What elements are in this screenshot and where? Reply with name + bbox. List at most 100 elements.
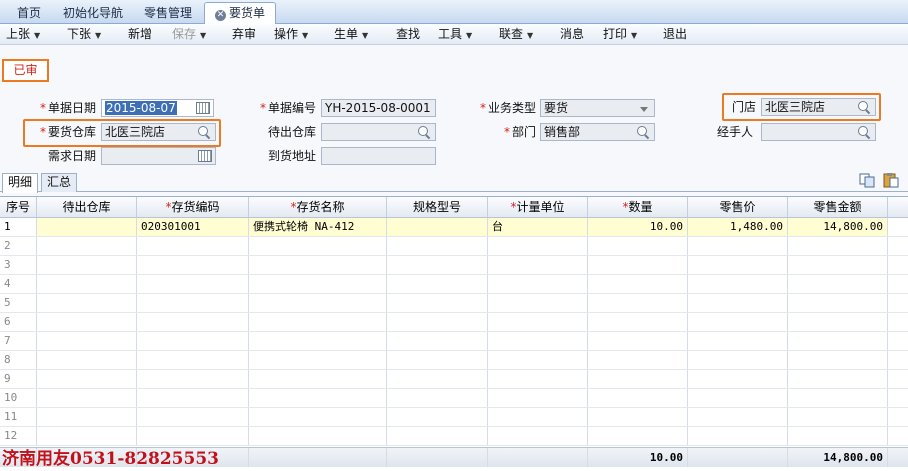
cell-spec[interactable] <box>387 218 488 236</box>
tab-detail[interactable]: 明细 <box>2 173 39 193</box>
cell-qty[interactable] <box>588 332 688 350</box>
cell-spec[interactable] <box>387 408 488 426</box>
cell-spec[interactable] <box>387 427 488 445</box>
search-icon[interactable] <box>857 125 871 139</box>
copy-row-icon[interactable] <box>858 172 876 188</box>
cell-retail-price[interactable] <box>688 389 788 407</box>
cell-qty[interactable]: 10.00 <box>588 218 688 236</box>
cell-qty[interactable] <box>588 408 688 426</box>
cell-item-name[interactable] <box>249 351 387 369</box>
table-row[interactable]: 2 <box>0 237 908 256</box>
paste-row-icon[interactable] <box>882 172 900 188</box>
cell-spec[interactable] <box>387 256 488 274</box>
cell-qty[interactable] <box>588 370 688 388</box>
cell-item-name[interactable] <box>249 256 387 274</box>
col-header-spec[interactable]: 规格型号 <box>387 197 488 217</box>
linked-query-button[interactable]: 联查 ▼ <box>499 26 533 44</box>
unapprove-button[interactable]: 弃审 <box>232 26 256 44</box>
search-icon[interactable] <box>857 100 871 114</box>
cell-retail-amount[interactable]: 14,800.00 <box>788 218 888 236</box>
cell-item-name[interactable] <box>249 237 387 255</box>
cell-retail-amount[interactable] <box>788 408 888 426</box>
cell-qty[interactable] <box>588 313 688 331</box>
col-header-qty[interactable]: *数量 <box>588 197 688 217</box>
tab-home[interactable]: 首页 <box>6 2 52 24</box>
cell-unit[interactable] <box>488 427 588 445</box>
cell-qty[interactable] <box>588 389 688 407</box>
table-row[interactable]: 6 <box>0 313 908 332</box>
cell-qty[interactable] <box>588 275 688 293</box>
doc-date-field[interactable]: 2015-08-07 <box>101 99 214 117</box>
cell-spec[interactable] <box>387 370 488 388</box>
col-header-seq[interactable]: 序号 <box>0 197 37 217</box>
cell-spec[interactable] <box>387 313 488 331</box>
cell-out-warehouse[interactable] <box>37 294 137 312</box>
chevron-down-icon[interactable]: ▼ <box>527 31 533 40</box>
cell-spec[interactable] <box>387 332 488 350</box>
cell-unit[interactable] <box>488 294 588 312</box>
tab-retail-mgmt[interactable]: 零售管理 <box>133 2 203 24</box>
cell-out-warehouse[interactable] <box>37 218 137 236</box>
message-button[interactable]: 消息 <box>560 26 584 44</box>
cell-item-name[interactable] <box>249 275 387 293</box>
cell-retail-price[interactable] <box>688 370 788 388</box>
find-button[interactable]: 查找 <box>396 26 420 44</box>
cell-retail-amount[interactable] <box>788 427 888 445</box>
cell-out-warehouse[interactable] <box>37 332 137 350</box>
cell-spec[interactable] <box>387 351 488 369</box>
cell-retail-price[interactable] <box>688 256 788 274</box>
cell-unit[interactable] <box>488 351 588 369</box>
tab-summary[interactable]: 汇总 <box>41 173 78 192</box>
save-button[interactable]: 保存 ▼ <box>172 26 206 44</box>
cell-item-name[interactable]: 便携式轮椅 NA-412 <box>249 218 387 236</box>
col-header-unit[interactable]: *计量单位 <box>488 197 588 217</box>
cell-spec[interactable] <box>387 237 488 255</box>
chevron-down-icon[interactable]: ▼ <box>302 31 308 40</box>
table-row[interactable]: 7 <box>0 332 908 351</box>
table-row[interactable]: 1 020301001 便携式轮椅 NA-412 台 10.00 1,480.00 14,8… <box>0 218 908 237</box>
col-header-retail-amount[interactable]: 零售金额 <box>788 197 888 217</box>
cell-spec[interactable] <box>387 389 488 407</box>
chevron-down-icon[interactable] <box>637 102 651 114</box>
cell-item-code[interactable]: 020301001 <box>137 218 249 236</box>
store-field[interactable]: 北医三院店 <box>761 98 876 116</box>
cell-out-warehouse[interactable] <box>37 408 137 426</box>
cell-qty[interactable] <box>588 294 688 312</box>
col-header-retail-price[interactable]: 零售价 <box>688 197 788 217</box>
cell-spec[interactable] <box>387 275 488 293</box>
cell-retail-price[interactable] <box>688 237 788 255</box>
cell-unit[interactable] <box>488 256 588 274</box>
cell-out-warehouse[interactable] <box>37 275 137 293</box>
cell-out-warehouse[interactable] <box>37 237 137 255</box>
table-row[interactable]: 11 <box>0 408 908 427</box>
table-row[interactable]: 8 <box>0 351 908 370</box>
out-warehouse-field[interactable] <box>321 123 436 141</box>
cell-item-code[interactable] <box>137 351 249 369</box>
cell-item-code[interactable] <box>137 427 249 445</box>
cell-retail-amount[interactable] <box>788 237 888 255</box>
cell-retail-price[interactable] <box>688 313 788 331</box>
cell-spec[interactable] <box>387 294 488 312</box>
cell-qty[interactable] <box>588 237 688 255</box>
cell-out-warehouse[interactable] <box>37 256 137 274</box>
cell-retail-amount[interactable] <box>788 351 888 369</box>
cell-retail-amount[interactable] <box>788 275 888 293</box>
cell-retail-price[interactable] <box>688 294 788 312</box>
cell-qty[interactable] <box>588 256 688 274</box>
table-row[interactable]: 5 <box>0 294 908 313</box>
table-row[interactable]: 10 <box>0 389 908 408</box>
cell-item-code[interactable] <box>137 389 249 407</box>
search-icon[interactable] <box>417 125 431 139</box>
cell-item-code[interactable] <box>137 294 249 312</box>
table-row[interactable]: 3 <box>0 256 908 275</box>
cell-unit[interactable] <box>488 237 588 255</box>
cell-item-name[interactable] <box>249 332 387 350</box>
cell-unit[interactable] <box>488 313 588 331</box>
cell-item-name[interactable] <box>249 313 387 331</box>
cell-unit[interactable]: 台 <box>488 218 588 236</box>
search-icon[interactable] <box>197 125 211 139</box>
cell-item-name[interactable] <box>249 389 387 407</box>
cell-retail-amount[interactable] <box>788 332 888 350</box>
tab-requisition[interactable]: ✕ 要货单 <box>204 2 277 25</box>
cell-retail-price[interactable] <box>688 332 788 350</box>
